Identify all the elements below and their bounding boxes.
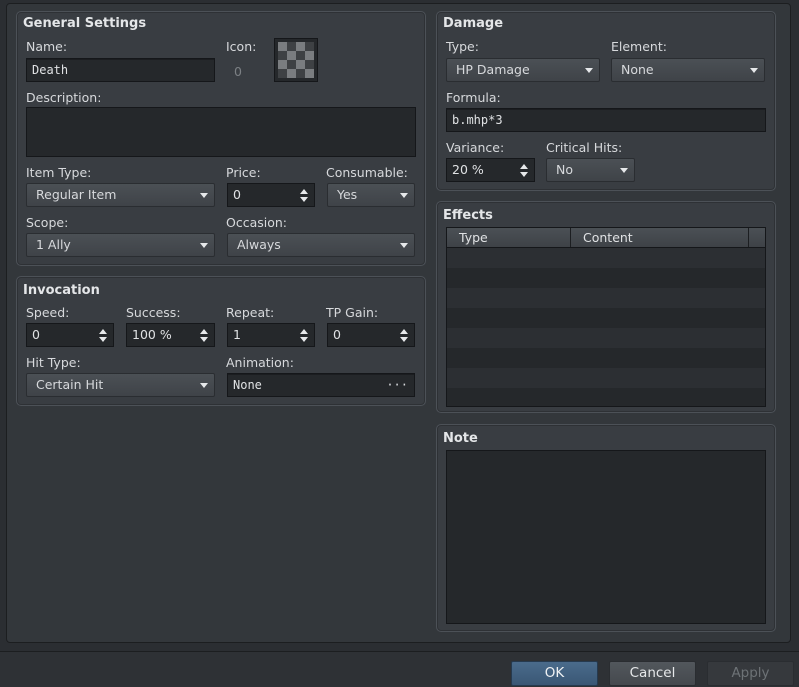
effects-table-header: Type Content [447,228,765,248]
column-header-type[interactable]: Type [447,228,571,247]
table-row[interactable] [447,348,765,368]
spin-up-icon[interactable] [300,329,308,334]
name-input[interactable]: Death [26,58,215,82]
price-spinbox[interactable]: 0 [227,183,315,207]
hit-type-label: Hit Type: [26,355,81,370]
column-header-content[interactable]: Content [571,228,749,247]
scope-value: 1 Ally [36,237,71,252]
repeat-value: 1 [233,327,241,342]
spin-down-icon[interactable] [520,172,528,177]
name-label: Name: [26,39,68,54]
spin-down-icon[interactable] [400,337,408,342]
success-spinbox[interactable]: 100 % [126,323,215,347]
ellipsis-icon[interactable]: ··· [386,374,408,396]
variance-value: 20 % [452,162,484,177]
tp-gain-spinbox[interactable]: 0 [327,323,415,347]
formula-label: Formula: [446,90,501,105]
table-row[interactable] [447,248,765,268]
element-select[interactable]: None [611,58,765,82]
table-row[interactable] [447,388,765,406]
cancel-button[interactable]: Cancel [609,661,696,686]
critical-hits-label: Critical Hits: [546,140,623,155]
apply-button[interactable]: Apply [707,661,794,686]
tp-gain-value: 0 [333,327,341,342]
table-row[interactable] [447,268,765,288]
critical-hits-select[interactable]: No [546,158,635,182]
occasion-label: Occasion: [226,215,288,230]
chevron-down-icon [400,243,408,248]
spin-up-icon[interactable] [99,329,107,334]
scope-label: Scope: [26,215,69,230]
consumable-select[interactable]: Yes [327,183,415,207]
price-label: Price: [226,165,261,180]
formula-input[interactable]: b.mhp*3 [446,108,766,132]
repeat-label: Repeat: [226,305,275,320]
spin-up-icon[interactable] [400,329,408,334]
speed-spinbox[interactable]: 0 [26,323,114,347]
invocation-title: Invocation [23,283,100,298]
table-row[interactable] [447,308,765,328]
table-row[interactable] [447,328,765,348]
item-type-value: Regular Item [36,187,117,202]
item-type-label: Item Type: [26,165,92,180]
icon-index: 0 [234,64,242,79]
element-value: None [621,62,654,77]
ok-button[interactable]: OK [511,661,598,686]
critical-hits-value: No [556,162,573,177]
description-label: Description: [26,90,102,105]
spin-down-icon[interactable] [300,197,308,202]
success-label: Success: [126,305,181,320]
success-value: 100 % [132,327,172,342]
icon-label: Icon: [226,39,257,54]
variance-label: Variance: [446,140,505,155]
damage-type-value: HP Damage [456,62,530,77]
icon-picker[interactable] [274,38,318,82]
chevron-down-icon [400,193,408,198]
chevron-down-icon [200,193,208,198]
speed-label: Speed: [26,305,70,320]
consumable-value: Yes [337,187,358,202]
chevron-down-icon [585,68,593,73]
table-row[interactable] [447,368,765,388]
effects-title: Effects [443,208,493,223]
variance-spinbox[interactable]: 20 % [446,158,535,182]
spin-up-icon[interactable] [520,164,528,169]
effects-table[interactable]: Type Content [446,227,766,407]
animation-label: Animation: [226,355,294,370]
element-label: Element: [611,39,667,54]
speed-value: 0 [32,327,40,342]
general-settings-title: General Settings [23,16,147,31]
occasion-select[interactable]: Always [227,233,415,257]
repeat-spinbox[interactable]: 1 [227,323,315,347]
description-input[interactable] [26,107,416,157]
tp-gain-label: TP Gain: [326,305,379,320]
scope-select[interactable]: 1 Ally [26,233,215,257]
animation-value: None [233,378,262,392]
item-type-select[interactable]: Regular Item [26,183,215,207]
chevron-down-icon [200,243,208,248]
price-value: 0 [233,187,241,202]
chevron-down-icon [200,383,208,388]
icon-preview [278,42,314,78]
note-title: Note [443,431,478,446]
table-row[interactable] [447,288,765,308]
note-textarea[interactable] [446,450,766,624]
hit-type-select[interactable]: Certain Hit [26,373,215,397]
spin-up-icon[interactable] [200,329,208,334]
damage-title: Damage [443,16,504,31]
animation-picker[interactable]: None ··· [227,373,415,397]
chevron-down-icon [620,168,628,173]
damage-type-label: Type: [446,39,479,54]
consumable-label: Consumable: [326,165,408,180]
spin-up-icon[interactable] [300,189,308,194]
spin-down-icon[interactable] [200,337,208,342]
spin-down-icon[interactable] [300,337,308,342]
damage-type-select[interactable]: HP Damage [446,58,600,82]
spin-down-icon[interactable] [99,337,107,342]
chevron-down-icon [750,68,758,73]
hit-type-value: Certain Hit [36,377,104,392]
occasion-value: Always [237,237,281,252]
